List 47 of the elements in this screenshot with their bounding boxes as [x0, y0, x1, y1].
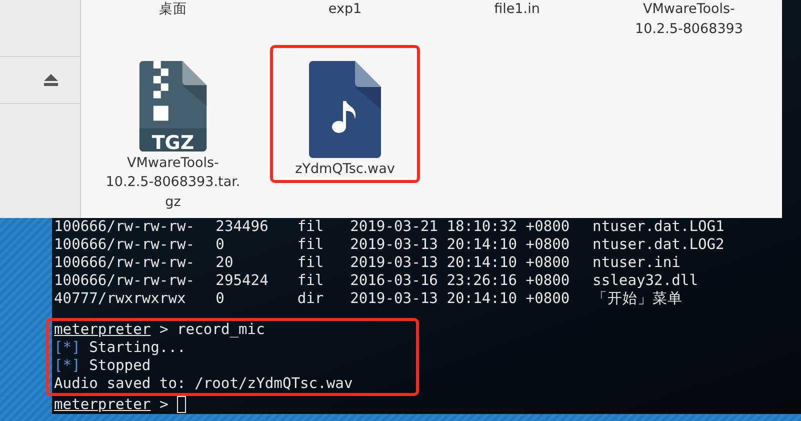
- command-text: >: [159, 396, 168, 414]
- file-modified: 2016-03-16 23:26:16 +0800: [350, 272, 571, 290]
- file-label: VMwareTools- 10.2.5-8068393: [635, 0, 743, 38]
- file-size: 20: [216, 254, 234, 272]
- file-type: fil: [297, 272, 325, 290]
- archive-file-icon: [137, 61, 209, 152]
- file-modified: 2019-03-13 20:14:10 +0800: [350, 236, 571, 254]
- file-mode: 40777/rwxrwxrwx: [54, 290, 187, 308]
- status-marker: [*]: [54, 357, 80, 375]
- file-name: ntuser.ini: [592, 254, 680, 272]
- file-mode: 100666/rw-rw-rw-: [54, 272, 196, 290]
- eject-button[interactable]: [42, 72, 60, 88]
- file-item[interactable]: zYdmQTsc.wav: [270, 45, 420, 183]
- file-label: zYdmQTsc.wav: [295, 160, 395, 179]
- output-text: Audio saved to: /root/zYdmQTsc.wav: [54, 375, 353, 393]
- file-type: fil: [297, 254, 325, 272]
- file-label: 桌面: [159, 0, 187, 19]
- file-modified: 2019-03-13 20:14:10 +0800: [350, 290, 571, 308]
- file-mode: 100666/rw-rw-rw-: [54, 218, 196, 236]
- file-type: fil: [297, 236, 325, 254]
- file-type-label: TGZ: [150, 132, 196, 154]
- command-text: > record_mic: [159, 321, 265, 339]
- file-modified: 2019-03-13 20:14:10 +0800: [350, 254, 571, 272]
- file-size: 0: [216, 236, 226, 254]
- file-size: 295424: [216, 272, 270, 290]
- file-type: dir: [297, 290, 325, 308]
- eject-icon: [44, 74, 58, 86]
- file-size: 234496: [216, 218, 270, 236]
- prompt-label: meterpreter: [54, 396, 151, 414]
- file-modified: 2019-03-21 18:10:32 +0800: [350, 218, 571, 236]
- file-size: 0: [216, 290, 226, 308]
- prompt-label: meterpreter: [54, 321, 151, 339]
- file-name: ssleay32.dll: [592, 272, 698, 290]
- file-name: 「开始」菜单: [592, 290, 683, 308]
- file-item[interactable]: TGZ VMwareTools- 10.2.5-8068393.tar. gz: [98, 45, 248, 215]
- file-name: ntuser.dat.LOG2: [592, 236, 724, 254]
- file-label: VMwareTools- 10.2.5-8068393.tar. gz: [106, 154, 240, 212]
- file-mode: 100666/rw-rw-rw-: [54, 254, 196, 272]
- status-text: Stopped: [89, 357, 151, 375]
- file-name: ntuser.dat.LOG1: [592, 218, 724, 236]
- status-text: Starting...: [89, 339, 186, 357]
- file-mode: 100666/rw-rw-rw-: [54, 236, 196, 254]
- file-type: fil: [297, 218, 325, 236]
- audio-file-icon: [309, 61, 381, 158]
- file-label: exp1: [328, 0, 362, 19]
- file-label: file1.in: [494, 0, 540, 19]
- status-marker: [*]: [54, 339, 80, 357]
